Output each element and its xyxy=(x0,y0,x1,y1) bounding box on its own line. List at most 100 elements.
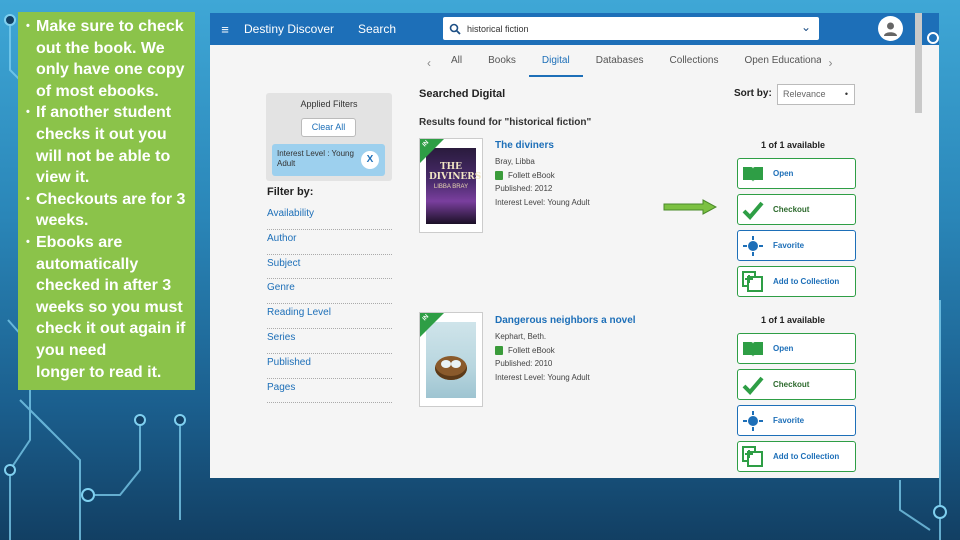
book-published: Published: 2012 xyxy=(495,184,553,193)
cover-title: THE DIVINERS xyxy=(429,162,482,182)
applied-filters-panel: Applied Filters Clear All Interest Level… xyxy=(266,93,392,181)
tab-digital[interactable]: Digital xyxy=(528,49,583,77)
book-title-link[interactable]: Dangerous neighbors a novel xyxy=(495,315,636,326)
filter-availability[interactable]: Availability xyxy=(267,205,392,230)
instruction-item: Checkouts are for 3 weeks. xyxy=(26,189,191,232)
instruction-item: Make sure to check out the book. We only… xyxy=(26,16,191,102)
applied-filters-title: Applied Filters xyxy=(300,99,358,109)
tab-books[interactable]: Books xyxy=(475,49,529,77)
app-brand[interactable]: Destiny Discover xyxy=(244,22,334,36)
filter-by-heading: Filter by: xyxy=(267,186,314,198)
filter-chip: Interest Level : Young Adult X xyxy=(272,144,385,176)
checkout-button[interactable]: Checkout xyxy=(737,194,856,225)
instruction-item: Ebooks are automatically checked in afte… xyxy=(26,232,191,362)
searched-heading: Searched Digital xyxy=(419,88,506,100)
book-format-label: Follett eBook xyxy=(508,345,555,355)
book-cover-card[interactable]: THE DIVINERS LIBBA BRAY IN xyxy=(419,138,483,233)
ebook-icon xyxy=(495,170,503,180)
instruction-item: If another student checks it out you wil… xyxy=(26,102,191,188)
search-nav-link[interactable]: Search xyxy=(358,22,396,36)
checkout-label: Checkout xyxy=(773,380,810,389)
book-meta: Kephart, Beth. Follett eBook Published: … xyxy=(495,330,590,384)
book-format-label: Follett eBook xyxy=(508,170,555,180)
favorite-label: Favorite xyxy=(773,416,805,425)
search-icon xyxy=(443,23,467,35)
clear-all-button[interactable]: Clear All xyxy=(301,118,356,137)
dropdown-icon: • xyxy=(844,89,848,99)
checkmark-icon xyxy=(741,198,765,222)
favorite-button[interactable]: Favorite xyxy=(737,230,856,261)
hamburger-menu-icon[interactable]: ≡ xyxy=(210,22,240,37)
availability-text: 1 of 1 available xyxy=(761,315,826,325)
user-avatar[interactable] xyxy=(878,16,903,41)
instruction-list: Make sure to check out the book. We only… xyxy=(26,16,191,362)
chevron-down-icon[interactable]: ⌄ xyxy=(801,20,811,34)
checkout-label: Checkout xyxy=(773,205,810,214)
destiny-discover-screenshot: ≡ Destiny Discover Search historical fic… xyxy=(210,13,939,478)
top-bar: ≡ Destiny Discover Search historical fic… xyxy=(210,13,939,113)
filter-pages[interactable]: Pages xyxy=(267,379,392,404)
book-cover-card[interactable]: IN xyxy=(419,312,483,407)
filter-author[interactable]: Author xyxy=(267,230,392,255)
filter-subject[interactable]: Subject xyxy=(267,255,392,280)
filter-reading-level[interactable]: Reading Level xyxy=(267,304,392,329)
tab-open-educational-resources[interactable]: Open Educational R xyxy=(731,49,821,77)
book-format: Follett eBook xyxy=(495,169,590,183)
favorite-button[interactable]: Favorite xyxy=(737,405,856,436)
book-author: Bray, Libba xyxy=(495,157,535,166)
add-to-collection-label: Add to Collection xyxy=(773,277,840,286)
add-to-collection-button[interactable]: Add to Collection xyxy=(737,441,856,472)
add-collection-icon xyxy=(741,445,765,469)
remove-filter-button[interactable]: X xyxy=(361,151,379,169)
search-query: historical fiction xyxy=(467,23,529,34)
checkout-button[interactable]: Checkout xyxy=(737,369,856,400)
book-title-link[interactable]: The diviners xyxy=(495,140,554,151)
sort-select[interactable]: Relevance • xyxy=(777,84,855,105)
user-icon xyxy=(884,22,897,36)
chevron-left-icon[interactable]: ‹ xyxy=(420,56,438,70)
instruction-overflow-text: longer to read it. xyxy=(36,363,162,381)
book-open-icon xyxy=(741,162,765,186)
search-input[interactable]: historical fiction ⌄ xyxy=(443,17,819,40)
book-interest-level: Interest Level: Young Adult xyxy=(495,372,590,382)
filter-series[interactable]: Series xyxy=(267,329,392,354)
cover-author: LIBBA BRAY xyxy=(433,184,469,190)
arrow-right-icon xyxy=(663,199,717,215)
book-author: Kephart, Beth. xyxy=(495,332,547,341)
ebook-icon xyxy=(495,345,503,355)
open-button[interactable]: Open xyxy=(737,333,856,364)
edge-badge xyxy=(927,32,939,44)
tab-collections[interactable]: Collections xyxy=(657,49,732,77)
filter-chip-label: Interest Level : Young Adult xyxy=(277,149,354,168)
open-label: Open xyxy=(773,169,794,178)
star-burst-icon xyxy=(741,409,765,433)
add-collection-icon xyxy=(741,270,765,294)
egg-illustration xyxy=(441,360,451,368)
book-open-icon xyxy=(741,337,765,361)
nest-illustration xyxy=(435,356,467,380)
scrollbar[interactable] xyxy=(915,13,922,113)
results-for-text: Results found for "historical fiction" xyxy=(419,117,592,128)
open-label: Open xyxy=(773,344,794,353)
book-published: Published: 2010 xyxy=(495,359,553,368)
tab-databases[interactable]: Databases xyxy=(583,49,657,77)
format-tabs: ‹ All Books Digital Databases Collection… xyxy=(420,49,860,77)
sort-label: Sort by: xyxy=(734,88,772,99)
sort-value: Relevance xyxy=(783,89,826,99)
open-button[interactable]: Open xyxy=(737,158,856,189)
favorite-label: Favorite xyxy=(773,241,805,250)
filter-genre[interactable]: Genre xyxy=(267,279,392,305)
star-burst-icon xyxy=(741,234,765,258)
chevron-right-icon[interactable]: › xyxy=(821,56,839,70)
availability-text: 1 of 1 available xyxy=(761,140,826,150)
instruction-callout: Make sure to check out the book. We only… xyxy=(18,12,195,390)
filter-published[interactable]: Published xyxy=(267,354,392,379)
add-to-collection-label: Add to Collection xyxy=(773,452,840,461)
book-meta: Bray, Libba Follett eBook Published: 201… xyxy=(495,155,590,209)
book-format: Follett eBook xyxy=(495,344,590,358)
tab-all[interactable]: All xyxy=(438,49,475,77)
checkmark-icon xyxy=(741,373,765,397)
add-to-collection-button[interactable]: Add to Collection xyxy=(737,266,856,297)
book-interest-level: Interest Level: Young Adult xyxy=(495,197,590,207)
egg-illustration xyxy=(451,360,461,368)
